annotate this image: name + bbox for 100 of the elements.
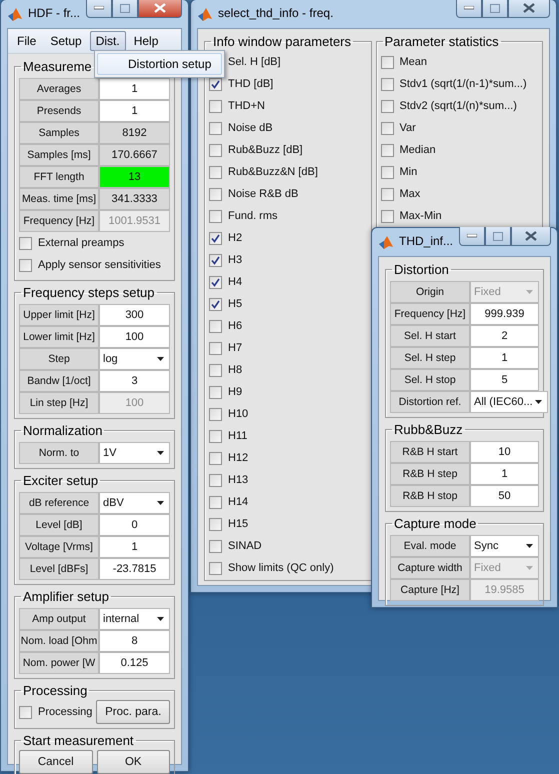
field-label: Origin (390, 281, 470, 303)
checkbox-label: H14 (228, 496, 248, 508)
field-label: Norm. to (19, 442, 99, 464)
menu-item[interactable]: Dist. (90, 31, 126, 51)
checkbox-label: H7 (228, 342, 242, 354)
input-field[interactable]: 0.125 (99, 652, 170, 674)
checkbox-label: Max (400, 188, 420, 200)
menu-item[interactable]: Help (128, 31, 164, 51)
field-label: Level [dB] (19, 514, 99, 536)
panel-title: Exciter setup (22, 473, 100, 488)
field-label: Samples [ms] (19, 144, 99, 166)
dropdown-field[interactable]: internal (99, 608, 170, 630)
input-field[interactable]: 300 (99, 304, 170, 326)
dropdown-field[interactable]: dBV (99, 492, 170, 514)
checkbox-label: SINAD (228, 540, 262, 552)
checkbox-label: THD [dB] (228, 78, 274, 90)
field-label: Capture width (390, 557, 470, 579)
push-button[interactable]: OK (96, 750, 170, 774)
panel-title: Normalization (22, 423, 104, 438)
checkbox-label: Min (400, 166, 418, 178)
input-field[interactable]: 100 (99, 326, 170, 348)
panel-title: Parameter statistics (384, 34, 500, 49)
panel-title: Measureme (22, 59, 93, 74)
panel-title: Capture mode (393, 516, 478, 531)
checkbox-label: H13 (228, 474, 248, 486)
field-label: Distortion ref. (390, 391, 470, 413)
panel-title: Frequency steps setup (22, 285, 156, 300)
field-label: Lin step [Hz] (19, 392, 99, 414)
field-label: R&B H step (390, 463, 470, 485)
checkbox-label: Fund. rms (228, 210, 278, 222)
checkbox-label: H8 (228, 364, 242, 376)
checkbox-label: H3 (228, 254, 242, 266)
input-field[interactable]: 5 (470, 369, 539, 391)
field-label: R&B H start (390, 441, 470, 463)
checkbox-label: Processing (38, 706, 92, 718)
input-field[interactable]: 1 (99, 100, 170, 122)
field-label: Sel. H step (390, 347, 470, 369)
checkbox-label: Sel. H [dB] (228, 56, 281, 68)
input-field[interactable]: 999.939 (470, 303, 539, 325)
checkbox-label: Rub&Buzz&N [dB] (228, 166, 318, 178)
window-title: THD_inf... (399, 234, 454, 248)
field-label: Step (19, 348, 99, 370)
checkbox-label: Var (400, 122, 416, 134)
input-field[interactable]: 3 (99, 370, 170, 392)
input-field[interactable]: 1 (99, 536, 170, 558)
checkbox-label: H10 (228, 408, 248, 420)
dropdown-field[interactable]: Sync (470, 535, 539, 557)
field-label: FFT length (19, 166, 99, 188)
field-label: Voltage [Vrms] (19, 536, 99, 558)
value-readout: 170.6667 (99, 144, 170, 166)
checkbox-label: Median (400, 144, 436, 156)
checkbox-label: H12 (228, 452, 248, 464)
field-label: Amp output (19, 608, 99, 630)
input-field[interactable]: 1 (99, 78, 170, 100)
menu-entry[interactable]: Distortion setup (97, 53, 222, 75)
input-field[interactable]: 8 (99, 630, 170, 652)
input-field[interactable]: 10 (470, 441, 539, 463)
push-button[interactable]: Proc. para. (96, 700, 170, 724)
checkbox-label: Rub&Buzz [dB] (228, 144, 303, 156)
input-field[interactable]: 1 (470, 347, 539, 369)
value-readout: 8192 (99, 122, 170, 144)
input-field[interactable]: -23.7815 (99, 558, 170, 580)
field-label: Upper limit [Hz] (19, 304, 99, 326)
window-title: HDF - fr... (28, 6, 80, 20)
checkbox-label: H2 (228, 232, 242, 244)
field-label: R&B H stop (390, 485, 470, 507)
checkbox-label: Mean (400, 56, 428, 68)
checkbox-label: H11 (228, 430, 248, 442)
panel-title: Processing (22, 683, 88, 698)
checkbox-label: Stdv1 (sqrt(1/(n-1)*sum...) (400, 78, 527, 90)
dropdown-field[interactable]: All (IEC60... (470, 391, 548, 413)
checkbox-label: Apply sensor sensitivities (38, 259, 161, 271)
field-label: Frequency [Hz] (390, 303, 470, 325)
field-label: Capture [Hz] (390, 579, 470, 601)
checkbox-label: Show limits (QC only) (228, 562, 334, 574)
value-readout: 13 (99, 166, 170, 188)
field-label: Meas. time [ms] (19, 188, 99, 210)
menu-item[interactable]: File (11, 31, 42, 51)
dropdown-field[interactable]: log (99, 348, 170, 370)
input-field[interactable]: 2 (470, 325, 539, 347)
dropdown-field[interactable]: 1V (99, 442, 170, 464)
menu-item[interactable]: Setup (44, 31, 88, 51)
panel-title: Start measurement (22, 733, 135, 748)
field-label: Frequency [Hz] (19, 210, 99, 232)
panel-title: Distortion (393, 262, 450, 277)
window-title: select_thd_info - freq. (218, 6, 334, 20)
input-field[interactable]: 50 (470, 485, 539, 507)
input-field[interactable]: 0 (99, 514, 170, 536)
checkbox-label: H9 (228, 386, 242, 398)
checkbox-label: Max-Min (400, 210, 442, 222)
checkbox-label: H4 (228, 276, 242, 288)
checkbox-label: Noise R&B dB (228, 188, 298, 200)
checkbox-label: H15 (228, 518, 248, 530)
checkbox-label: H6 (228, 320, 242, 332)
field-label: dB reference (19, 492, 99, 514)
push-button[interactable]: Cancel (19, 750, 92, 774)
checkbox-label: THD+N (228, 100, 265, 112)
input-field[interactable]: 1 (470, 463, 539, 485)
field-label: Bandw [1/oct] (19, 370, 99, 392)
field-label: Sel. H start (390, 325, 470, 347)
